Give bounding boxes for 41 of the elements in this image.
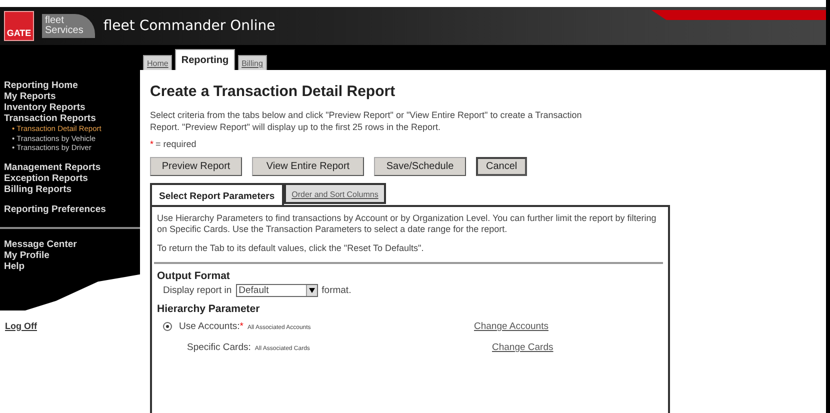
parameter-label: Specific Cards: <box>187 342 251 353</box>
nav-tab[interactable]: Home <box>143 55 172 70</box>
intro-text: Select criteria from the tabs below and click "Preview Report" or "View Entire Report" to create a Transaction Report. "Preview Report" will display up to the first 25 rows in the Report. <box>150 109 583 133</box>
format-suffix: format. <box>322 285 352 296</box>
sidebar-link[interactable]: Reporting Preferences <box>4 204 140 214</box>
sidebar-link[interactable]: Inventory Reports <box>4 102 140 113</box>
logo-wordmark: fleet Services <box>42 14 96 38</box>
sidebar-link[interactable]: Management Reports <box>4 162 140 172</box>
sidebar-link[interactable]: My Profile <box>4 250 140 260</box>
parameter-label: Use Accounts:* <box>179 321 244 332</box>
report-tab[interactable]: Order and Sort Columns <box>284 183 386 204</box>
action-button[interactable]: Preview Report <box>150 157 242 176</box>
radio-button[interactable] <box>163 322 172 331</box>
sidebar-link[interactable]: Billing Reports <box>4 184 140 194</box>
action-button[interactable]: Cancel <box>476 157 528 176</box>
section-heading: Hierarchy Parameter <box>157 303 261 315</box>
help-text: Use Hierarchy Parameters to find transactions by Account or by Organization Level. You can further limit the report by filtering on Specific Cards. Use the Transaction Parameters to select a date range for the report. <box>157 213 658 235</box>
required-mark: * <box>150 139 154 149</box>
sidebar-link[interactable]: Message Center <box>4 238 140 250</box>
report-tab[interactable]: Select Report Parameters <box>150 183 284 207</box>
reset-note: To return the Tab to its default values, click the "Reset To Defaults". <box>157 243 425 254</box>
nav-tab[interactable]: Reporting <box>175 49 235 70</box>
dropdown-arrow-icon <box>306 285 317 296</box>
action-button[interactable]: View Entire Report <box>252 157 364 176</box>
nav-tab[interactable]: Billing <box>238 55 267 70</box>
sidebar-link[interactable]: Exception Reports <box>4 172 140 184</box>
sidebar-link[interactable]: Transaction Reports <box>4 113 140 124</box>
change-link[interactable]: Change Accounts <box>474 321 663 332</box>
sidebar-link[interactable]: Reporting Home <box>4 80 140 91</box>
change-link[interactable]: Change Cards <box>492 342 663 353</box>
logoff-link[interactable]: Log Off <box>5 320 140 330</box>
sidebar-link[interactable]: Help <box>4 260 140 272</box>
format-label: Display report in <box>163 285 232 296</box>
section-heading: Output Format <box>157 270 231 282</box>
app-title: fleet Commander Online <box>103 18 276 34</box>
page-title: Create a Transaction Detail Report <box>150 83 396 100</box>
logo-badge: GATE <box>4 11 34 41</box>
action-button[interactable]: Save/Schedule <box>374 157 466 176</box>
sidebar-link[interactable]: My Reports <box>4 91 140 102</box>
format-dropdown[interactable]: Default <box>236 284 318 297</box>
required-note: = required <box>156 139 196 149</box>
